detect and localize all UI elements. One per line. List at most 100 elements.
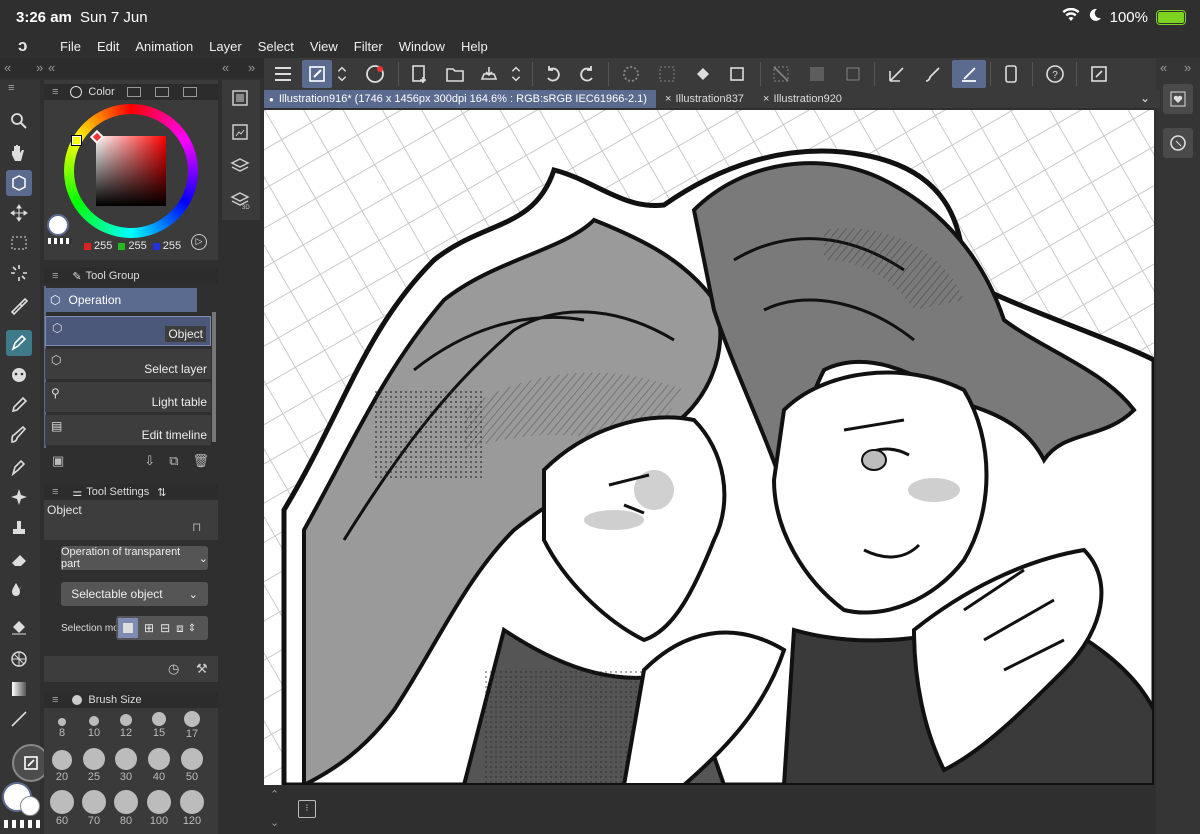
- favorite-icon[interactable]: [1163, 84, 1193, 114]
- pencil-icon[interactable]: [6, 392, 32, 418]
- color-panel-title[interactable]: Color: [88, 86, 114, 98]
- color-history-tab-icon[interactable]: [182, 87, 197, 97]
- menu-icon[interactable]: [268, 60, 298, 88]
- brush-tool-icon[interactable]: [6, 422, 32, 448]
- sub-color-swatch[interactable]: [20, 796, 40, 816]
- save-icon[interactable]: [474, 60, 504, 88]
- brush-size-title[interactable]: Brush Size: [88, 694, 141, 706]
- intersect-selection-icon[interactable]: ⧈: [176, 621, 184, 636]
- brush-size-item[interactable]: 17: [177, 711, 207, 740]
- menu-layer[interactable]: Layer: [201, 39, 250, 54]
- drawing-canvas[interactable]: [264, 110, 1154, 785]
- selection-mode-group[interactable]: ⊞ ⊟ ⧈ ⇕: [116, 616, 208, 640]
- layer-property-icon[interactable]: [230, 88, 250, 113]
- menu-animation[interactable]: Animation: [127, 39, 201, 54]
- menu-file[interactable]: File: [52, 39, 89, 54]
- brush-icon[interactable]: [918, 60, 948, 88]
- brush-size-item[interactable]: 12: [111, 714, 141, 739]
- brush-size-item[interactable]: 50: [177, 748, 207, 783]
- selection-icon[interactable]: [6, 230, 32, 256]
- new-selection-icon[interactable]: [118, 618, 138, 638]
- timer-icon[interactable]: ◷: [168, 661, 179, 677]
- navigator-panel-icon[interactable]: [230, 122, 250, 147]
- subtool-duplicate-icon[interactable]: ⧉: [169, 453, 178, 469]
- ruler-icon[interactable]: [882, 60, 912, 88]
- selectable-object-select[interactable]: Selectable object ⌄: [61, 582, 208, 606]
- tab-illustration916[interactable]: ● Illustration916* (1746 x 1456px 300dpi…: [264, 90, 656, 108]
- scroll-up-icon[interactable]: ⌃: [270, 788, 279, 801]
- subtool-delete-icon[interactable]: 🗑: [193, 453, 210, 469]
- brush-size-item[interactable]: 120: [177, 790, 207, 827]
- invert-selection-icon[interactable]: [802, 60, 832, 88]
- blend-icon[interactable]: [6, 576, 32, 602]
- brush-size-item[interactable]: 80: [111, 790, 141, 827]
- brush-size-item[interactable]: 25: [79, 748, 109, 783]
- brush-size-item[interactable]: 70: [79, 790, 109, 827]
- subtool-import-icon[interactable]: ⇩: [144, 453, 155, 469]
- tool-strip-menu-icon[interactable]: ≡: [8, 82, 14, 94]
- color-slider-tab-icon[interactable]: [126, 87, 141, 97]
- gradient-icon[interactable]: [6, 676, 32, 702]
- panel-menu-icon[interactable]: ≡: [52, 86, 58, 98]
- menu-view[interactable]: View: [302, 39, 346, 54]
- new-icon[interactable]: [404, 60, 434, 88]
- ink-pen-icon[interactable]: [6, 454, 32, 480]
- scroll-down-icon[interactable]: ⌄: [270, 816, 279, 829]
- tab-illustration837[interactable]: × Illustration837: [660, 90, 749, 108]
- close-icon[interactable]: ×: [763, 93, 769, 105]
- stepper-icon[interactable]: [332, 60, 352, 88]
- subtool-light-table[interactable]: ⚲ Light table: [45, 382, 211, 412]
- menu-help[interactable]: Help: [453, 39, 496, 54]
- tab-illustration920[interactable]: × Illustration920: [758, 90, 847, 108]
- layers-icon[interactable]: [230, 156, 250, 181]
- move-icon[interactable]: [6, 200, 32, 226]
- auto-select-icon[interactable]: [6, 260, 32, 286]
- brush-size-item[interactable]: 30: [111, 748, 141, 783]
- menu-edit[interactable]: Edit: [89, 39, 127, 54]
- layer-3d-icon[interactable]: 3D: [230, 190, 250, 215]
- main-color-chip[interactable]: [47, 214, 69, 236]
- device-icon[interactable]: [996, 60, 1026, 88]
- pen-icon[interactable]: [6, 330, 32, 356]
- tool-group-operation[interactable]: ⬡ Operation: [45, 288, 197, 312]
- timeline-icon[interactable]: ⁝: [298, 800, 316, 818]
- subtool-copy-icon[interactable]: ▣: [52, 453, 64, 469]
- brush-size-item[interactable]: 8: [47, 714, 77, 739]
- color-set-tab-icon[interactable]: [154, 87, 169, 97]
- app-logo-icon[interactable]: ↄ: [0, 36, 52, 56]
- operation-tool-icon[interactable]: [6, 170, 32, 196]
- panel-menu-icon[interactable]: ≡: [52, 486, 58, 498]
- redo-icon[interactable]: [572, 60, 602, 88]
- eraser-icon[interactable]: [6, 546, 32, 572]
- sparkle-icon[interactable]: [6, 484, 32, 510]
- menu-window[interactable]: Window: [391, 39, 453, 54]
- tool-group-title[interactable]: Tool Group: [86, 270, 140, 282]
- panel-menu-icon[interactable]: ≡: [52, 270, 58, 282]
- play-icon[interactable]: ▷: [191, 234, 207, 250]
- save-stepper-icon[interactable]: [506, 60, 526, 88]
- wrench-icon[interactable]: ⚒: [196, 661, 208, 677]
- clear-icon[interactable]: [652, 60, 682, 88]
- navigator-icon[interactable]: [1163, 128, 1193, 158]
- deselect-icon[interactable]: [766, 60, 796, 88]
- transform-icon[interactable]: [722, 60, 752, 88]
- line-icon[interactable]: [6, 706, 32, 732]
- fill-icon[interactable]: [688, 60, 718, 88]
- eyedropper-icon[interactable]: [6, 292, 32, 318]
- brush-size-item[interactable]: 20: [47, 750, 77, 783]
- fill-bucket-icon[interactable]: [6, 614, 32, 640]
- undo-icon[interactable]: [538, 60, 568, 88]
- tool-property-icon[interactable]: ⇅: [157, 486, 166, 499]
- expand-dock-icon[interactable]: »: [248, 60, 255, 75]
- close-icon[interactable]: ×: [665, 93, 671, 105]
- menu-filter[interactable]: Filter: [346, 39, 391, 54]
- tool-settings-title[interactable]: Tool Settings: [86, 486, 149, 498]
- help-icon[interactable]: ?: [1040, 60, 1070, 88]
- fullscreen-icon[interactable]: [1084, 60, 1114, 88]
- zoom-icon[interactable]: [6, 108, 32, 134]
- object-tool-icon[interactable]: [302, 60, 332, 88]
- brush-size-item[interactable]: 100: [144, 790, 174, 827]
- hand-icon[interactable]: [6, 140, 32, 166]
- subtract-selection-icon[interactable]: ⊟: [160, 621, 170, 635]
- collapse-panel-icon[interactable]: «: [48, 60, 55, 75]
